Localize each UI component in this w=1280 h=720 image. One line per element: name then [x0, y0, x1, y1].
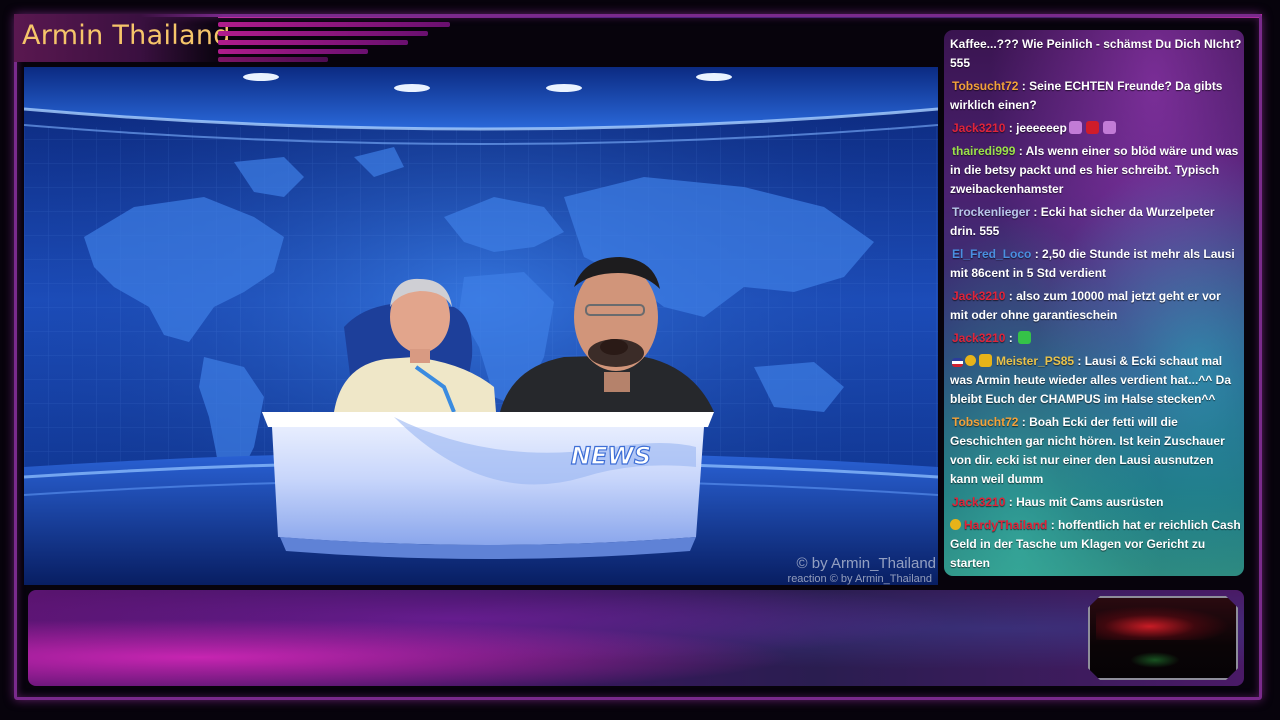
chat-message: HardyThailand : hoffentlich hat er reich… — [950, 516, 1242, 573]
chat-message: Jack3210 : Haus mit Cams ausrüsten — [950, 493, 1242, 512]
coin-badge-icon — [965, 355, 976, 366]
chat-username[interactable]: Tobsucht72 — [952, 415, 1018, 429]
chat-message: Kaffee...??? Wie Peinlich - schämst Du D… — [950, 35, 1242, 73]
chat-separator: : — [1005, 289, 1017, 303]
chat-message: Meister_PS85 : Lausi & Ecki schaut mal w… — [950, 352, 1242, 409]
chat-message: Trockenlieger : Ecki hat sicher da Wurze… — [950, 203, 1242, 241]
desk-news-label: NEWS — [571, 442, 651, 470]
decorative-stripes — [218, 22, 458, 62]
chat-emote-icon — [1068, 121, 1082, 134]
watermark-small: reaction © by Armin_Thailand — [787, 573, 932, 585]
chat-separator: : — [1031, 247, 1043, 261]
watermark: © by Armin_Thailand — [796, 555, 936, 572]
video-feed[interactable]: NEWS © by Armin_Thailand reaction © by A… — [24, 67, 938, 585]
chat-message: Tobsucht72 : Boah Ecki der fetti will di… — [950, 413, 1242, 489]
chat-text: Kaffee...??? Wie Peinlich - schämst Du D… — [950, 37, 1242, 70]
chat-separator: : — [1047, 518, 1059, 532]
chat-separator: : — [1018, 79, 1030, 93]
flag-badge-icon — [952, 358, 963, 367]
chat-username[interactable]: thairedi999 — [952, 144, 1015, 158]
chat-panel[interactable]: Kaffee...??? Wie Peinlich - schämst Du D… — [944, 30, 1244, 576]
bottom-banner — [28, 590, 1244, 686]
sub-badge-icon — [979, 354, 992, 367]
chat-username[interactable]: HardyThailand — [964, 518, 1047, 532]
news-studio-scene: NEWS — [24, 67, 938, 585]
chat-separator: : — [1005, 121, 1017, 135]
chat-message: Jack3210 : jeeeeeep — [950, 119, 1242, 138]
chat-username[interactable]: El_Fred_Loco — [952, 247, 1031, 261]
channel-title: Armin Thailand — [22, 20, 231, 51]
chat-text: Haus mit Cams ausrüsten — [1016, 495, 1164, 509]
chat-separator: : — [1030, 205, 1041, 219]
chat-username[interactable]: Jack3210 — [952, 121, 1005, 135]
chat-separator: : — [1005, 495, 1017, 509]
chat-separator: : — [1018, 415, 1030, 429]
chat-username[interactable]: Jack3210 — [952, 289, 1005, 303]
chat-message: Jack3210 : also zum 10000 mal jetzt geht… — [950, 287, 1242, 325]
chat-username[interactable]: Meister_PS85 — [996, 354, 1074, 368]
chat-message: El_Fred_Loco : 2,50 die Stunde ist mehr … — [950, 245, 1242, 283]
chat-separator: : — [1074, 354, 1085, 368]
chat-username[interactable]: Jack3210 — [952, 495, 1005, 509]
chat-emote-icon — [1102, 121, 1116, 134]
chat-separator: : — [1005, 331, 1017, 345]
chat-emote-icon — [1085, 121, 1099, 134]
webcam-preview — [1088, 596, 1238, 680]
coin-badge-icon — [950, 519, 961, 530]
chat-message: thairedi999 : Als wenn einer so blöd wär… — [950, 142, 1242, 199]
chat-text: jeeeeeep — [1016, 121, 1067, 135]
chat-username[interactable]: Tobsucht72 — [952, 79, 1018, 93]
chat-messages: Kaffee...??? Wie Peinlich - schämst Du D… — [950, 35, 1242, 576]
chat-username[interactable]: Trockenlieger — [952, 205, 1030, 219]
chat-text: Lausi & Ecki schaut mal was Armin heute … — [950, 354, 1231, 406]
chat-separator: : — [1015, 144, 1026, 158]
chat-message: Tobsucht72 : Seine ECHTEN Freunde? Da gi… — [950, 77, 1242, 115]
chat-username[interactable]: Jack3210 — [952, 331, 1005, 345]
chat-message: Jack3210 : — [950, 329, 1242, 348]
chat-emote-icon — [1018, 331, 1032, 344]
